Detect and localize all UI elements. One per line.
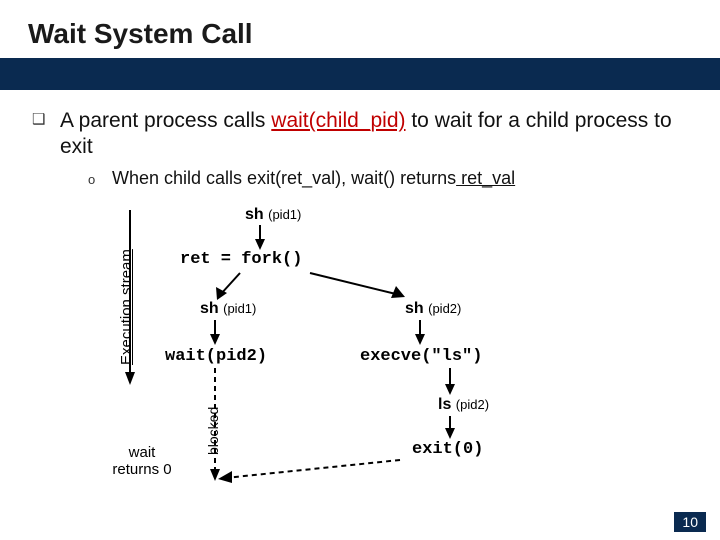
node-ls: ls (pid2)	[438, 396, 489, 414]
node-fork: ret = fork()	[180, 250, 302, 269]
bullet-2: When child calls exit(ret_val), wait() r…	[112, 168, 515, 189]
wait-returns-2: returns 0	[112, 461, 171, 478]
node-execve: execve("ls")	[360, 347, 482, 366]
bullet-2-fn: ret_val	[456, 168, 515, 188]
slide: Wait System Call ❑ A parent process call…	[0, 0, 720, 540]
blocked-label: blocked	[205, 407, 221, 455]
node-wait: wait(pid2)	[165, 347, 267, 366]
node-sh-top: sh (pid1)	[245, 206, 301, 224]
ls-text: ls	[438, 396, 451, 413]
bullet-1-fn: wait(child_pid)	[271, 109, 405, 132]
bullet-2-pre: When child calls exit(ret_val), wait() r…	[112, 168, 456, 188]
node-sh-right: sh (pid2)	[405, 300, 461, 318]
sub-bullet-glyph: o	[88, 172, 95, 187]
sh-right-text: sh	[405, 300, 424, 317]
execution-diagram: Execution stream sh (pid1) ret = fork() …	[60, 200, 620, 500]
node-sh-left: sh (pid1)	[200, 300, 256, 318]
wait-returns-label: wait returns 0	[102, 445, 182, 478]
sh-left-text: sh	[200, 300, 219, 317]
bullet-1-pre: A parent process calls	[60, 109, 271, 132]
pid1b: (pid1)	[223, 301, 256, 316]
bullet-1: A parent process calls wait(child_pid) t…	[60, 108, 680, 161]
pid2a: (pid2)	[428, 301, 461, 316]
pid1a: (pid1)	[268, 207, 301, 222]
bullet-glyph-1: ❑	[32, 110, 45, 128]
sh-top-text: sh	[245, 206, 264, 223]
pid2b: (pid2)	[456, 397, 489, 412]
slide-title: Wait System Call	[28, 18, 253, 50]
axis-label: Execution stream	[118, 249, 135, 365]
page-number: 10	[674, 512, 706, 532]
title-band	[0, 58, 720, 90]
node-exit: exit(0)	[412, 440, 483, 459]
wait-returns-1: wait	[129, 444, 156, 461]
